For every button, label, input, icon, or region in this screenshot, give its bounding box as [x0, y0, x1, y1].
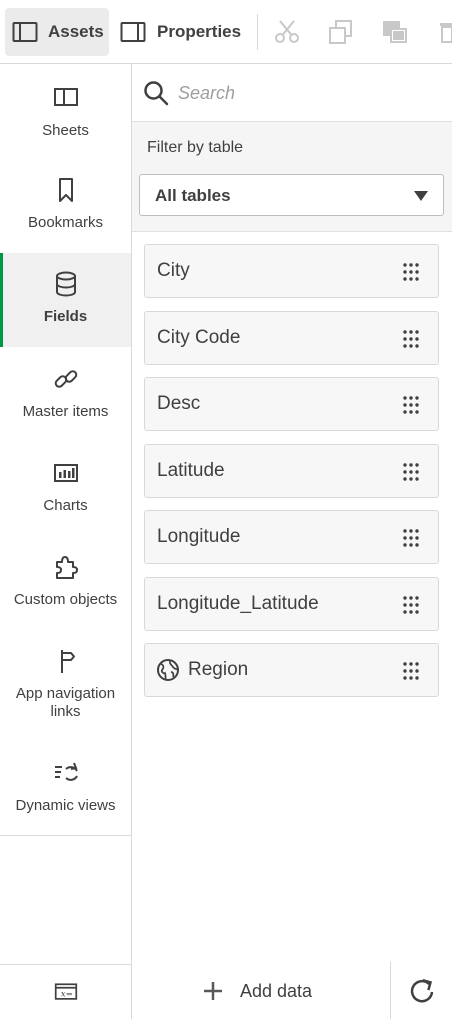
- plus-icon: [204, 982, 222, 1000]
- field-item-region[interactable]: Region: [144, 643, 439, 697]
- toolbar: Assets Properties: [0, 0, 452, 64]
- variable-icon: x=: [54, 983, 77, 1000]
- drag-handle-icon[interactable]: [402, 528, 420, 548]
- footer-separator: [390, 962, 391, 1019]
- assets-sidebar: Sheets Bookmarks Fields Master items Cha…: [0, 64, 132, 1019]
- puzzle-icon: [55, 556, 78, 579]
- sidebar-item-label: Custom objects: [13, 591, 118, 608]
- sidebar-item-charts[interactable]: Charts: [0, 441, 131, 535]
- drag-handle-icon[interactable]: [402, 395, 420, 415]
- link-icon: [54, 370, 77, 388]
- search-icon: [144, 81, 169, 106]
- bar-chart-icon: [53, 464, 78, 482]
- field-item-longitude-latitude[interactable]: Longitude_Latitude: [144, 577, 439, 631]
- sidebar-item-label: Dynamic views: [15, 797, 116, 814]
- sidebar-item-dynamic-views[interactable]: Dynamic views: [0, 741, 131, 835]
- sidebar-item-label: App navigation links: [15, 685, 116, 720]
- field-item-longitude[interactable]: Longitude: [144, 510, 439, 564]
- assets-tab-button[interactable]: Assets: [5, 8, 109, 56]
- sidebar-item-label: Sheets: [42, 122, 89, 139]
- sidebar-item-label: Fields: [43, 308, 88, 325]
- panel-footer: Add data: [132, 962, 452, 1019]
- drag-handle-icon[interactable]: [402, 462, 420, 482]
- dynamic-view-icon: [54, 762, 78, 781]
- search-input[interactable]: [178, 78, 438, 108]
- add-data-button[interactable]: Add data: [202, 974, 312, 1008]
- variables-button[interactable]: x=: [0, 980, 131, 1016]
- sidebar-item-master-items[interactable]: Master items: [0, 347, 131, 441]
- add-data-label: Add data: [240, 980, 313, 1001]
- sidebar-item-fields[interactable]: Fields: [0, 253, 131, 347]
- sidebar-bottom-divider: [0, 964, 131, 965]
- reload-icon[interactable]: [408, 977, 436, 1005]
- sidebar-item-label: Charts: [43, 497, 88, 514]
- toolbar-separator: [257, 14, 258, 50]
- fields-panel: Filter by table All tables City City Cod…: [132, 64, 452, 1019]
- sidebar-divider: [0, 835, 131, 836]
- table-filter-dropdown[interactable]: All tables: [139, 174, 444, 216]
- field-item-desc[interactable]: Desc: [144, 377, 439, 431]
- drag-handle-icon[interactable]: [402, 262, 420, 282]
- field-item-city[interactable]: City: [144, 244, 439, 298]
- caret-down-icon: [414, 191, 428, 201]
- field-name: Longitude: [157, 526, 241, 547]
- database-icon: [55, 271, 76, 297]
- scissors-icon[interactable]: [273, 18, 301, 46]
- drag-handle-icon[interactable]: [402, 661, 420, 681]
- field-name: City Code: [157, 327, 241, 348]
- globe-icon: [157, 659, 179, 681]
- sidebar-item-sheets[interactable]: Sheets: [0, 64, 131, 158]
- field-item-latitude[interactable]: Latitude: [144, 444, 439, 498]
- sidebar-item-label: Master items: [22, 403, 109, 420]
- filter-label: Filter by table: [147, 139, 244, 156]
- signpost-icon: [60, 650, 75, 673]
- drag-handle-icon[interactable]: [402, 595, 420, 615]
- sidebar-item-custom-objects[interactable]: Custom objects: [0, 535, 131, 629]
- table-filter-value: All tables: [155, 186, 231, 205]
- sidebar-item-bookmarks[interactable]: Bookmarks: [0, 158, 131, 252]
- search-bar: [132, 64, 452, 122]
- sheet-icon: [53, 88, 78, 106]
- sidebar-item-label: Bookmarks: [27, 214, 104, 231]
- assets-panel-icon: [12, 22, 38, 42]
- properties-panel-icon: [120, 22, 146, 42]
- drag-handle-icon[interactable]: [402, 329, 420, 349]
- bookmark-icon: [58, 178, 73, 202]
- field-name: Region: [188, 659, 249, 680]
- field-name: Desc: [157, 393, 201, 414]
- field-name: City: [157, 260, 190, 281]
- trash-icon[interactable]: [436, 18, 452, 46]
- field-item-city-code[interactable]: City Code: [144, 311, 439, 365]
- sidebar-item-app-navigation-links[interactable]: App navigation links: [0, 629, 131, 741]
- svg-text:x=: x=: [60, 989, 72, 999]
- field-name: Latitude: [157, 460, 225, 481]
- properties-tab-label: Properties: [157, 22, 242, 41]
- assets-tab-label: Assets: [48, 22, 104, 41]
- paste-icon[interactable]: [381, 18, 409, 46]
- filter-section: Filter by table All tables: [132, 122, 452, 232]
- field-name: Longitude_Latitude: [157, 593, 319, 614]
- properties-tab-button[interactable]: Properties: [114, 8, 250, 56]
- copy-icon[interactable]: [327, 18, 355, 46]
